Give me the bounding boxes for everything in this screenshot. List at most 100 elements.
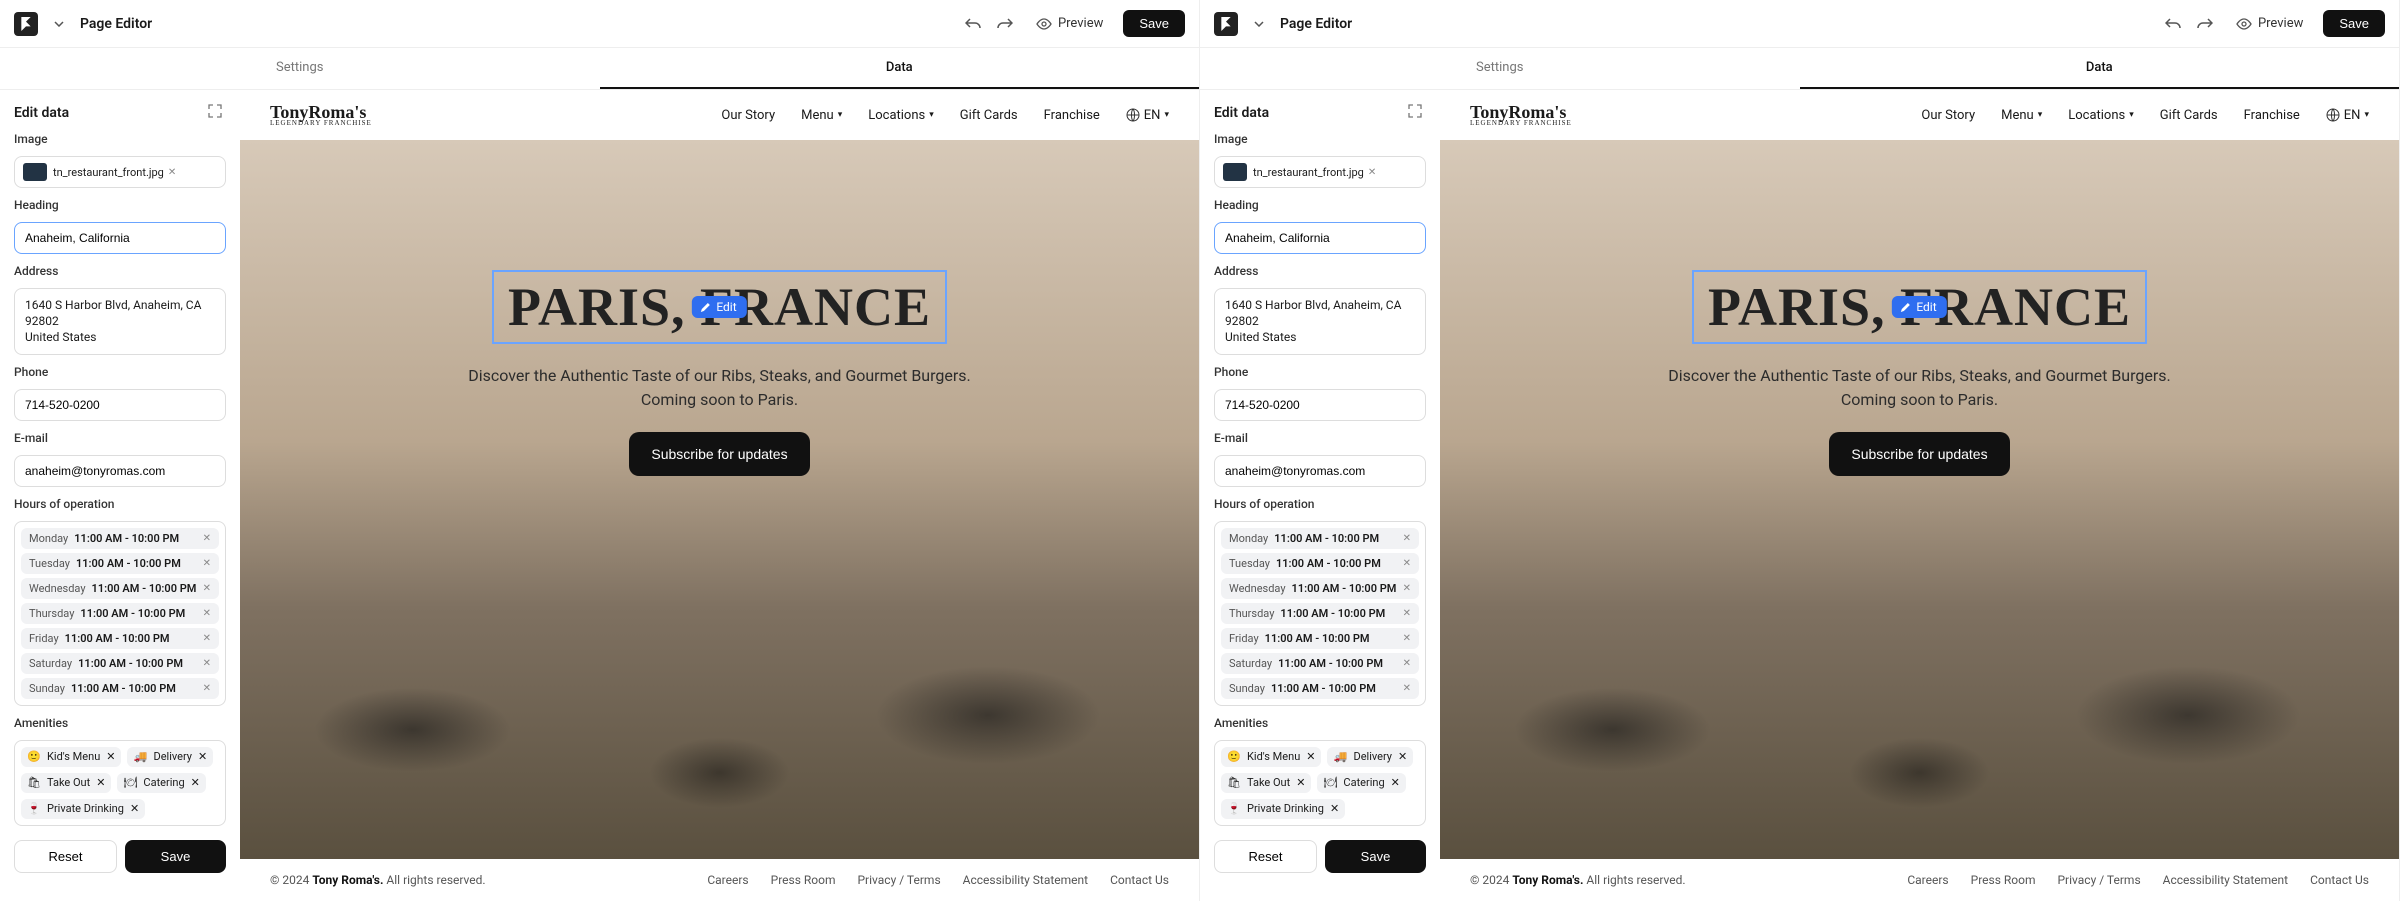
footer-link-press[interactable]: Press Room [1971, 873, 2036, 887]
nav-menu[interactable]: Menu▾ [801, 108, 842, 123]
app-logo-icon[interactable] [1214, 12, 1238, 36]
remove-tag-icon[interactable]: ✕ [130, 802, 139, 815]
remove-hour-icon[interactable]: ✕ [203, 658, 211, 669]
remove-hour-icon[interactable]: ✕ [1403, 683, 1411, 694]
site-logo[interactable]: TonyRoma's LEGENDARY FRANCHISE [1470, 104, 1572, 126]
hours-field[interactable]: Monday11:00 AM - 10:00 PM✕ Tuesday11:00 … [14, 521, 226, 706]
nav-language[interactable]: EN▾ [2326, 108, 2369, 123]
amenities-field[interactable]: 🙂Kid's Menu✕ 🚚Delivery✕ 🛍Take Out✕ 🍽Cate… [1214, 740, 1426, 826]
remove-tag-icon[interactable]: ✕ [96, 776, 105, 789]
save-button-top[interactable]: Save [2323, 10, 2385, 37]
hero-title-selection[interactable]: PARIS, FRANCE Edit [492, 270, 947, 344]
remove-tag-icon[interactable]: ✕ [191, 776, 200, 789]
amenity-tag: 🍷Private Drinking✕ [1221, 799, 1345, 819]
phone-input[interactable] [14, 389, 226, 421]
remove-tag-icon[interactable]: ✕ [1296, 776, 1305, 789]
address-line1: 1640 S Harbor Blvd, Anaheim, CA 92802 [1225, 297, 1415, 329]
edit-overlay-button[interactable]: Edit [692, 296, 746, 318]
footer-link-careers[interactable]: Careers [1907, 873, 1948, 887]
email-input[interactable] [14, 455, 226, 487]
undo-button[interactable] [962, 13, 984, 35]
remove-tag-icon[interactable]: ✕ [1391, 776, 1400, 789]
remove-hour-icon[interactable]: ✕ [1403, 558, 1411, 569]
image-field[interactable]: tn_restaurant_front.jpg✕ [14, 156, 226, 188]
nav-gift-cards[interactable]: Gift Cards [2160, 108, 2218, 123]
hero-title-selection[interactable]: PARIS, FRANCE Edit [1692, 270, 2147, 344]
phone-input[interactable] [1214, 389, 1426, 421]
nav-gift-cards[interactable]: Gift Cards [960, 108, 1018, 123]
panel-save-button[interactable]: Save [1325, 840, 1426, 873]
subscribe-button[interactable]: Subscribe for updates [1829, 432, 2009, 476]
drinks-icon: 🍷 [1227, 802, 1241, 816]
hours-row: Tuesday11:00 AM - 10:00 PM✕ [21, 553, 219, 574]
chevron-down-icon: ▾ [1164, 110, 1169, 120]
remove-hour-icon[interactable]: ✕ [1403, 658, 1411, 669]
remove-hour-icon[interactable]: ✕ [1403, 633, 1411, 644]
app-logo-icon[interactable] [14, 12, 38, 36]
footer-link-accessibility[interactable]: Accessibility Statement [963, 873, 1088, 887]
expand-icon[interactable] [208, 104, 226, 122]
delivery-icon: 🚚 [133, 750, 147, 764]
redo-button[interactable] [994, 13, 1016, 35]
nav-our-story[interactable]: Our Story [721, 108, 775, 123]
remove-hour-icon[interactable]: ✕ [203, 608, 211, 619]
tab-settings[interactable]: Settings [1200, 48, 1800, 89]
nav-our-story[interactable]: Our Story [1921, 108, 1975, 123]
preview-button[interactable]: Preview [2226, 10, 2313, 37]
footer-link-contact[interactable]: Contact Us [2310, 873, 2369, 887]
preview-button[interactable]: Preview [1026, 10, 1113, 37]
remove-tag-icon[interactable]: ✕ [1306, 750, 1315, 763]
remove-image-icon[interactable]: ✕ [1368, 167, 1376, 178]
footer-link-accessibility[interactable]: Accessibility Statement [2163, 873, 2288, 887]
remove-image-icon[interactable]: ✕ [168, 167, 176, 178]
panel-save-button[interactable]: Save [125, 840, 226, 873]
footer-link-privacy[interactable]: Privacy / Terms [2057, 873, 2140, 887]
footer-link-contact[interactable]: Contact Us [1110, 873, 1169, 887]
footer-link-press[interactable]: Press Room [771, 873, 836, 887]
redo-button[interactable] [2194, 13, 2216, 35]
edit-overlay-button[interactable]: Edit [1892, 296, 1946, 318]
nav-locations[interactable]: Locations▾ [868, 108, 934, 123]
remove-hour-icon[interactable]: ✕ [1403, 533, 1411, 544]
amenities-field[interactable]: 🙂Kid's Menu✕ 🚚Delivery✕ 🛍Take Out✕ 🍽Cate… [14, 740, 226, 826]
footer-link-careers[interactable]: Careers [707, 873, 748, 887]
undo-button[interactable] [2162, 13, 2184, 35]
tab-data[interactable]: Data [600, 48, 1200, 89]
email-label: E-mail [1214, 431, 1426, 445]
address-field[interactable]: 1640 S Harbor Blvd, Anaheim, CA 92802 Un… [1214, 288, 1426, 355]
remove-hour-icon[interactable]: ✕ [203, 558, 211, 569]
email-input[interactable] [1214, 455, 1426, 487]
reset-button[interactable]: Reset [14, 840, 117, 873]
nav-menu[interactable]: Menu▾ [2001, 108, 2042, 123]
nav-franchise[interactable]: Franchise [1044, 108, 1100, 123]
tab-settings[interactable]: Settings [0, 48, 600, 89]
heading-input[interactable] [1214, 222, 1426, 254]
remove-tag-icon[interactable]: ✕ [106, 750, 115, 763]
subscribe-button[interactable]: Subscribe for updates [629, 432, 809, 476]
remove-hour-icon[interactable]: ✕ [1403, 583, 1411, 594]
hours-field[interactable]: Monday11:00 AM - 10:00 PM✕ Tuesday11:00 … [1214, 521, 1426, 706]
nav-locations[interactable]: Locations▾ [2068, 108, 2134, 123]
address-field[interactable]: 1640 S Harbor Blvd, Anaheim, CA 92802 Un… [14, 288, 226, 355]
nav-language[interactable]: EN▾ [1126, 108, 1169, 123]
remove-hour-icon[interactable]: ✕ [203, 533, 211, 544]
reset-button[interactable]: Reset [1214, 840, 1317, 873]
remove-hour-icon[interactable]: ✕ [203, 683, 211, 694]
heading-input[interactable] [14, 222, 226, 254]
remove-tag-icon[interactable]: ✕ [1330, 802, 1339, 815]
expand-icon[interactable] [1408, 104, 1426, 122]
site-logo[interactable]: TonyRoma's LEGENDARY FRANCHISE [270, 104, 372, 126]
footer-link-privacy[interactable]: Privacy / Terms [857, 873, 940, 887]
save-button-top[interactable]: Save [1123, 10, 1185, 37]
nav-franchise[interactable]: Franchise [2244, 108, 2300, 123]
app-menu-chevron[interactable] [1248, 13, 1270, 35]
remove-hour-icon[interactable]: ✕ [1403, 608, 1411, 619]
image-field[interactable]: tn_restaurant_front.jpg✕ [1214, 156, 1426, 188]
remove-tag-icon[interactable]: ✕ [1398, 750, 1407, 763]
tab-data[interactable]: Data [1800, 48, 2400, 89]
remove-tag-icon[interactable]: ✕ [198, 750, 207, 763]
remove-hour-icon[interactable]: ✕ [203, 583, 211, 594]
page-title: Page Editor [1280, 16, 1352, 32]
app-menu-chevron[interactable] [48, 13, 70, 35]
remove-hour-icon[interactable]: ✕ [203, 633, 211, 644]
